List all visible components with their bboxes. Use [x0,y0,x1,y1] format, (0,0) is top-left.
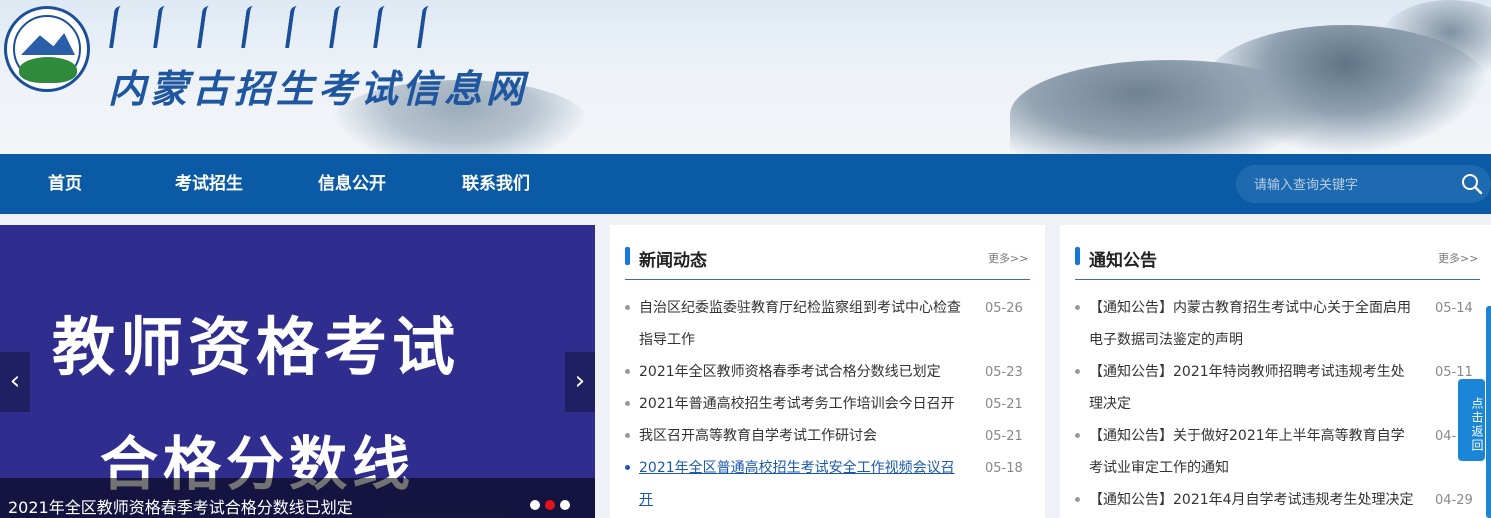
banner-mountain [1380,0,1491,80]
slide-title: 教师资格考试 [52,311,460,384]
section-marker [625,247,630,265]
news-item[interactable]: 我区召开高等教育自学考试工作研讨会 [639,420,877,452]
divider [1075,279,1480,280]
search-box [1236,165,1491,203]
notice-item[interactable]: 【通知公告】内蒙古教育招生考试中心关于全面启用 [1089,292,1411,324]
notice-date: 05-11 [1435,365,1473,380]
search-icon[interactable] [1461,173,1483,195]
slider-caption[interactable]: 2021年全区教师资格春季考试合格分数线已划定 [8,494,353,518]
back-to-top-button[interactable]: 点击返回 [1458,379,1485,461]
slider-dot-active[interactable] [545,500,555,510]
news-date: 05-21 [985,429,1023,444]
bullet [625,369,630,374]
bullet [625,305,630,310]
news-slider[interactable]: 教师资格考试 合格分数线 [0,225,595,518]
slider-next-button[interactable]: › [565,352,595,412]
chevron-left-icon: ‹ [9,366,21,396]
news-date: 05-18 [985,461,1023,476]
bullet [625,433,630,438]
slider-prev-button[interactable]: ‹ [0,352,30,412]
news-date: 05-26 [985,301,1023,316]
site-title: 内蒙古招生考试信息网 [108,66,529,111]
notice-date: 04-29 [1435,493,1473,508]
bullet [625,401,630,406]
back-to-top-label: 点击返回 [1470,396,1484,453]
news-date: 05-21 [985,397,1023,412]
news-item-cont[interactable]: 开 [639,484,653,516]
search-input[interactable] [1254,174,1454,194]
divider [625,279,1030,280]
news-date: 05-23 [985,365,1023,380]
header-banner: 内蒙古招生考试信息网 [0,0,1491,154]
notice-item-cont[interactable]: 理决定 [1089,388,1131,420]
notice-item-cont[interactable]: 考试业审定工作的通知 [1089,452,1229,484]
notice-date: 05-14 [1435,301,1473,316]
news-item[interactable]: 2021年全区教师资格春季考试合格分数线已划定 [639,356,941,388]
notice-date: 04- [1435,429,1457,444]
news-item[interactable]: 2021年普通高校招生考试考务工作培训会今日召开 [639,388,955,420]
side-float-bar [1486,306,1491,518]
chevron-right-icon: › [574,366,586,396]
bullet [1075,369,1080,374]
nav-item-home[interactable]: 首页 [48,154,82,214]
nav-item-info-disclosure[interactable]: 信息公开 [318,154,386,214]
notice-panel-title: 通知公告 [1089,251,1157,271]
notice-item[interactable]: 【通知公告】2021年4月自学考试违规考生处理决定 [1089,484,1414,516]
slider-dot[interactable] [530,500,540,510]
notice-item[interactable]: 【通知公告】关于做好2021年上半年高等教育自学 [1089,420,1405,452]
bullet [1075,497,1080,502]
bullet [1075,305,1080,310]
nav-item-exam-admission[interactable]: 考试招生 [175,154,243,214]
notice-item[interactable]: 【通知公告】2021年特岗教师招聘考试违规考生处 [1089,356,1405,388]
news-item-hover[interactable]: 2021年全区普通高校招生考试安全工作视频会议召 [639,452,955,484]
notice-more-link[interactable]: 更多>> [1438,250,1478,266]
news-panel-title: 新闻动态 [639,251,707,271]
section-marker [1075,247,1080,265]
news-item-cont[interactable]: 指导工作 [639,324,695,356]
news-more-link[interactable]: 更多>> [988,250,1028,266]
bullet [625,465,630,470]
slider-dot[interactable] [560,500,570,510]
education-exam-emblem-icon[interactable] [4,6,90,92]
mongolian-script-title [109,6,532,60]
bullet [1075,433,1080,438]
notice-item-cont[interactable]: 电子数据司法鉴定的声明 [1089,324,1243,356]
nav-item-contact-us[interactable]: 联系我们 [462,154,530,214]
news-item[interactable]: 自治区纪委监委驻教育厅纪检监察组到考试中心检查 [639,292,961,324]
